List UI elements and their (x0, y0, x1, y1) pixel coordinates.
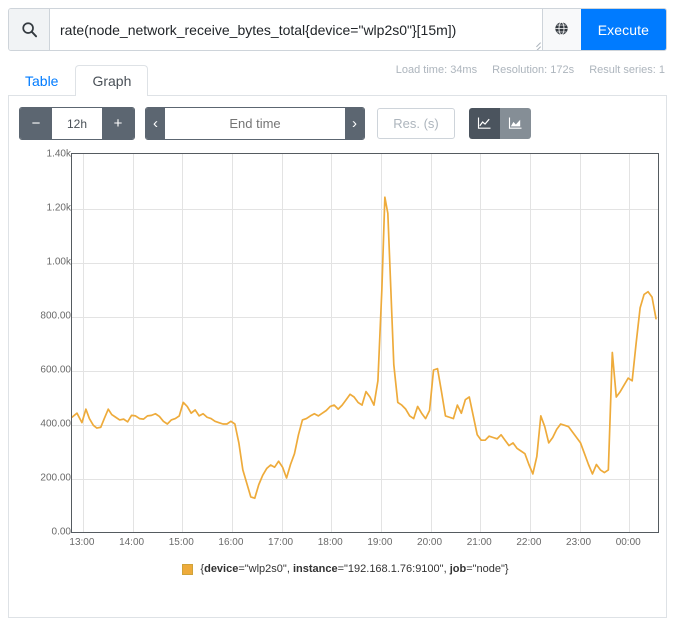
x-axis-tick-label: 19:00 (367, 537, 393, 548)
y-axis: 0.00 200.00 400.00 600.00 800.00 1.00k 1.20k 1.… (19, 149, 71, 538)
x-axis-tick-label: 15:00 (168, 537, 194, 548)
series-line-layer (72, 196, 657, 500)
y-axis-tick-label: 200.00 (40, 472, 71, 484)
x-axis-tick-label: 00:00 (615, 537, 641, 548)
y-axis-tick-label: 800.00 (40, 310, 71, 322)
query-bar: Execute (8, 8, 667, 51)
y-axis-tick-label: 1.20k (46, 202, 71, 214)
execute-button[interactable]: Execute (580, 9, 666, 50)
result-tabs: Table Graph Load time: 34ms Resolution: … (8, 64, 667, 96)
load-time-stat: Load time: 34ms (395, 64, 478, 76)
legend-label: {device="wlp2s0", instance="192.168.1.76… (200, 563, 509, 575)
x-axis-tick-label: 22:00 (516, 537, 542, 548)
end-time-input[interactable] (165, 108, 345, 139)
chart-type-toggle (469, 108, 531, 139)
end-time-control-group: ‹ › (145, 107, 365, 140)
x-axis: 13:00 14:00 15:00 16:00 17:00 18:00 19:00 20:00… (69, 537, 659, 557)
x-axis-tick-label: 18:00 (317, 537, 343, 548)
graph-legend: {device="wlp2s0", instance="192.168.1.76… (19, 563, 672, 578)
tab-graph[interactable]: Graph (75, 65, 149, 96)
tab-table[interactable]: Table (8, 65, 75, 96)
x-axis-tick-label: 13:00 (69, 537, 95, 548)
y-axis-tick-label: 0.00 (51, 526, 71, 538)
query-input[interactable] (50, 9, 542, 50)
range-control-group: − + (19, 107, 135, 140)
x-axis-tick-label: 14:00 (119, 537, 145, 548)
previous-time-button[interactable]: ‹ (146, 108, 165, 139)
query-stats: Load time: 34ms Resolution: 172s Result … (396, 64, 665, 76)
globe-icon (554, 21, 569, 39)
resolution-input[interactable] (377, 108, 455, 139)
series-line (72, 196, 657, 500)
legend-item[interactable]: {device="wlp2s0", instance="192.168.1.76… (182, 563, 509, 575)
y-axis-tick-label: 600.00 (40, 364, 71, 376)
legend-color-swatch (182, 563, 194, 575)
x-axis-tick-label: 20:00 (417, 537, 443, 548)
resolution-stat: Resolution: 172s (492, 64, 575, 76)
metrics-explorer-button[interactable] (541, 9, 581, 50)
y-axis-tick-label: 1.40k (46, 148, 71, 160)
stacked-area-chart-icon[interactable] (500, 108, 531, 139)
result-series-stat: Result series: 1 (589, 64, 665, 76)
graph-chart: 0.00 200.00 400.00 600.00 800.00 1.00k 1.20k 1.… (19, 145, 672, 595)
graph-panel: − + ‹ › (8, 96, 667, 618)
increase-range-button[interactable]: + (102, 108, 134, 139)
next-time-button[interactable]: › (345, 108, 364, 139)
y-axis-tick-label: 400.00 (40, 418, 71, 430)
y-axis-tick-label: 1.00k (46, 256, 71, 268)
query-input-wrapper (50, 9, 542, 50)
search-icon (9, 9, 50, 50)
x-axis-tick-label: 16:00 (218, 537, 244, 548)
x-axis-tick-label: 21:00 (466, 537, 492, 548)
line-chart-icon[interactable] (469, 108, 500, 139)
graph-controls: − + ‹ › (19, 107, 656, 140)
x-axis-tick-label: 17:00 (268, 537, 294, 548)
range-input[interactable] (52, 108, 102, 139)
prometheus-expression-browser: Execute Table Graph Load time: 34ms Reso… (0, 8, 675, 618)
x-axis-tick-label: 23:00 (566, 537, 592, 548)
decrease-range-button[interactable]: − (20, 108, 52, 139)
